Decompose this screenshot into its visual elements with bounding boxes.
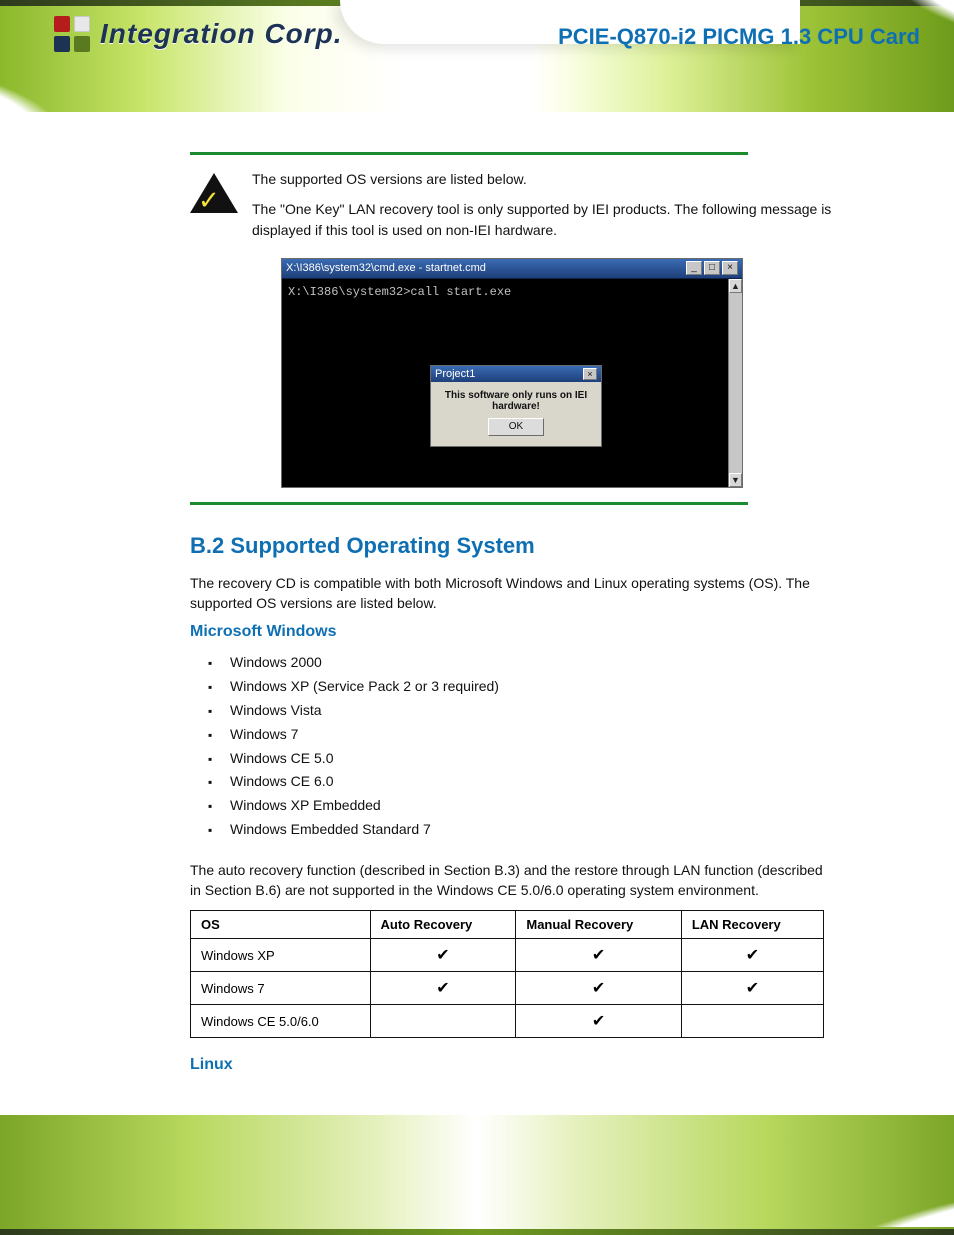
scroll-up-icon[interactable]: ▲	[729, 279, 742, 293]
msg-text: This software only runs on IEI hardware!	[445, 390, 587, 412]
warning-icon: ✓	[190, 173, 238, 213]
list-item: Windows XP Embedded	[230, 794, 834, 818]
note-line-2: The "One Key" LAN recovery tool is only …	[252, 199, 834, 240]
scroll-down-icon[interactable]: ▼	[729, 473, 742, 487]
product-title: PCIE-Q870-i2 PICMG 1.3 CPU Card	[558, 24, 920, 50]
os-cell: Windows XP	[191, 939, 371, 972]
check-cell: ✔	[516, 939, 681, 972]
check-cell: ✔	[516, 972, 681, 1005]
close-button[interactable]: ×	[722, 261, 738, 275]
page-number: Page 168	[70, 1183, 131, 1199]
ok-button[interactable]: OK	[488, 418, 544, 436]
os-cell: Windows 7	[191, 972, 371, 1005]
min-button[interactable]: _	[686, 261, 702, 275]
list-item: Windows XP (Service Pack 2 or 3 required…	[230, 675, 834, 699]
msg-close-icon[interactable]: ×	[583, 368, 597, 380]
cmd-title: X:\I386\system32\cmd.exe - startnet.cmd	[286, 262, 486, 274]
check-cell: ✔	[370, 972, 516, 1005]
windows-heading: Microsoft Windows	[190, 623, 834, 641]
check-cell: ✔	[370, 939, 516, 972]
check-cell: ✔	[516, 1005, 681, 1038]
rule-mid	[190, 502, 748, 505]
table-header: LAN Recovery	[681, 911, 823, 939]
list-item: Windows CE 5.0	[230, 747, 834, 771]
list-item: Windows Embedded Standard 7	[230, 818, 834, 842]
list-item: Windows CE 6.0	[230, 770, 834, 794]
max-button[interactable]: □	[704, 261, 720, 275]
list-item: Windows 2000	[230, 651, 834, 675]
check-cell	[370, 1005, 516, 1038]
table-header: Manual Recovery	[516, 911, 681, 939]
table-row: Windows CE 5.0/6.0 ✔	[191, 1005, 824, 1038]
supported-os-heading: B.2 Supported Operating System	[190, 533, 834, 559]
recovery-table: OSAuto RecoveryManual RecoveryLAN Recove…	[190, 910, 824, 1038]
supported-os-intro: The recovery CD is compatible with both …	[190, 573, 834, 614]
msg-title: Project1	[435, 368, 475, 380]
rule-top	[190, 152, 748, 155]
note-line-1: The supported OS versions are listed bel…	[252, 169, 834, 189]
table-header: Auto Recovery	[370, 911, 516, 939]
table-note: The auto recovery function (described in…	[190, 860, 834, 901]
table-row: Windows 7✔✔✔	[191, 972, 824, 1005]
cmd-window: X:\I386\system32\cmd.exe - startnet.cmd …	[281, 258, 743, 488]
list-item: Windows Vista	[230, 699, 834, 723]
brand-text: Integration Corp.	[100, 18, 343, 50]
page-body: ✓ The supported OS versions are listed b…	[0, 112, 954, 1084]
message-box: Project1 × This software only runs on IE…	[430, 365, 602, 447]
check-cell: ✔	[681, 972, 823, 1005]
table-row: Windows XP✔✔✔	[191, 939, 824, 972]
check-cell: ✔	[681, 939, 823, 972]
table-header: OS	[191, 911, 371, 939]
linux-heading: Linux	[190, 1056, 834, 1074]
cmd-prompt: X:\I386\system32>call start.exe	[288, 285, 511, 299]
list-item: Windows 7	[230, 723, 834, 747]
scrollbar[interactable]: ▲ ▼	[728, 279, 742, 487]
os-cell: Windows CE 5.0/6.0	[191, 1005, 371, 1038]
windows-list: Windows 2000Windows XP (Service Pack 2 o…	[190, 651, 834, 841]
check-cell	[681, 1005, 823, 1038]
brand-logo: Integration Corp.	[54, 16, 343, 52]
footer-band	[0, 1115, 954, 1235]
